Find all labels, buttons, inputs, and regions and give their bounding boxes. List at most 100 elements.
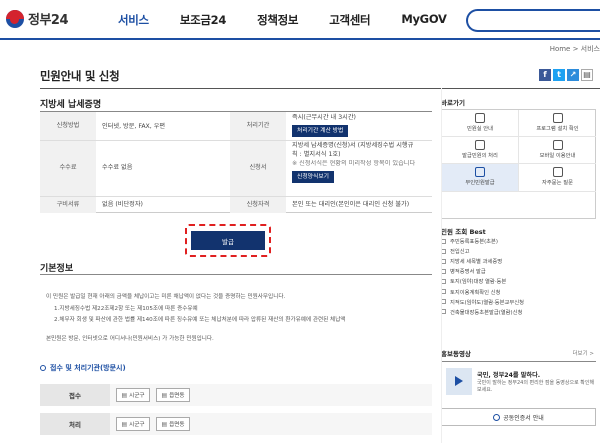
emblem-icon xyxy=(6,9,24,28)
quick-item-label: 발급민원의 처리 xyxy=(462,153,498,159)
promo-video-card[interactable]: 국민, 정부24를 말하다. 국민이 말하는 정부24의 편리한 점을 동영상으… xyxy=(441,361,596,401)
twitter-icon[interactable]: t xyxy=(553,69,565,81)
office-button-label: 시군구 xyxy=(129,393,145,399)
best-item[interactable]: 건축물대장등초본발급(열람)신청 xyxy=(441,307,596,317)
office-row-receive: 접수 ▤ 시군구 ▤ 읍면동 xyxy=(40,384,432,406)
best-item-label: 전입신고 xyxy=(450,249,470,256)
document-icon: ▤ xyxy=(121,420,128,428)
quick-item-label: 민원실 안내 xyxy=(466,126,494,132)
apply-highlight: 발급 xyxy=(185,224,271,257)
quick-item-kiosk[interactable]: 무인민원발급 xyxy=(442,164,519,192)
nav-customer-center[interactable]: 고객센터 xyxy=(329,12,370,28)
share-icon[interactable]: ↗ xyxy=(567,69,579,81)
quick-item-mobile-guide[interactable]: 모바일 이용안내 xyxy=(519,137,596,164)
document-icon: ▤ xyxy=(161,420,168,428)
section-title-offices: 접수 및 처리기관(방문시) xyxy=(40,363,126,373)
promo-title: 홍보동영상 xyxy=(441,350,471,358)
certificate-icon xyxy=(493,413,501,421)
best-item-label: 지적도(임야도)열람·등본교부신청 xyxy=(450,299,525,306)
office-button-label: 시군구 xyxy=(129,422,145,428)
office-button-eupmyeondong[interactable]: ▤ 읍면동 xyxy=(156,417,190,431)
office-button-label: 읍면동 xyxy=(169,393,185,399)
kiosk-icon xyxy=(475,167,485,177)
quick-item-label: 무인민원발급 xyxy=(465,180,495,186)
best-item-label: 토지(임야)대장 열람·등본 xyxy=(450,279,507,286)
best-item[interactable]: 주민등록표등본(초본) xyxy=(441,236,596,246)
nav-service[interactable]: 서비스 xyxy=(118,12,149,28)
best-item[interactable]: 전입신고 xyxy=(441,246,596,256)
search-input[interactable] xyxy=(466,9,600,32)
best-item[interactable]: 지방세 세목별 과세증명 xyxy=(441,256,596,266)
quick-links-grid: 민원실 안내 프로그램 설치 확인 발급민원의 처리 모바일 이용안내 무인민원… xyxy=(441,109,596,219)
print-icon[interactable]: ▤ xyxy=(581,69,593,81)
best-item[interactable]: 토지(임야)대장 열람·등본 xyxy=(441,276,596,286)
gov24-logo[interactable]: 정부24 xyxy=(6,9,69,28)
service-info-table: 신청방법 인터넷, 방문, FAX, 우편 처리기간 즉시(근무시간 내 3시간… xyxy=(40,111,432,213)
form-view-button[interactable]: 신청양식보기 xyxy=(292,170,334,184)
form-line-2: 칙 : 별지서식 1호) xyxy=(292,150,341,158)
quick-item-office-guide[interactable]: 민원실 안내 xyxy=(442,110,519,137)
promo-description: 국민이 말하는 정부24의 편리한 점을 동영상으로 확인해 보세요. xyxy=(477,380,595,393)
nav-subsidy24[interactable]: 보조금24 xyxy=(180,12,227,28)
breadcrumb[interactable]: Home > 서비스 xyxy=(550,44,600,54)
main-nav: 서비스 보조금24 정책정보 고객센터 MyGOV xyxy=(118,12,478,28)
section-divider xyxy=(40,274,432,275)
best-item-label: 건축물대장등초본발급(열람)신청 xyxy=(450,309,523,316)
monitor-icon xyxy=(552,113,563,123)
process-period-value: 즉시(근무시간 내 3시간) xyxy=(292,114,356,121)
office-button-label: 읍면동 xyxy=(169,422,185,428)
quick-item-program-check[interactable]: 프로그램 설치 확인 xyxy=(519,110,596,137)
page-title: 민원안내 및 신청 xyxy=(40,69,120,83)
quick-item-faq[interactable]: 자주묻는 질문 xyxy=(519,164,596,192)
process-period-cell: 즉시(근무시간 내 3시간) 처리기간 계산 방법 xyxy=(292,114,432,138)
mobile-icon xyxy=(552,140,563,150)
apply-method-label: 신청방법 xyxy=(40,112,96,140)
circle-icon xyxy=(40,365,46,371)
promo-more-link[interactable]: 더보기 > xyxy=(572,349,594,357)
basic-info-note: 본민원은 방문, 인터넷으로 어디서나(민원서비스) 가 가능한 민원입니다. xyxy=(46,336,214,342)
apply-button[interactable]: 발급 xyxy=(191,231,265,250)
logo-text: 정부24 xyxy=(28,13,69,28)
nav-policy-info[interactable]: 정책정보 xyxy=(257,12,298,28)
nav-mygov[interactable]: MyGOV xyxy=(401,12,447,28)
form-cell: 지방세 납세증명(신청)서 (지방세징수법 시행규 칙 : 별지서식 1호) ※… xyxy=(292,142,432,184)
office-row-process: 처리 ▤ 시군구 ▤ 읍면동 xyxy=(40,413,432,435)
certificate-guide-button[interactable]: 공동인증서 안내 xyxy=(441,408,596,426)
document-icon: ▤ xyxy=(121,391,128,399)
section-title-basic-info: 기본정보 xyxy=(40,264,74,274)
best-item-label: 지방세 세목별 과세증명 xyxy=(450,259,503,266)
fee-label: 수수료 xyxy=(40,141,96,196)
printer-icon xyxy=(475,140,485,150)
section-title-service: 지방세 납세증명 xyxy=(40,100,102,110)
title-divider xyxy=(40,88,600,89)
office-button-sigungu[interactable]: ▤ 시군구 xyxy=(116,417,150,431)
form-label: 신청서 xyxy=(230,141,286,196)
office-button-sigungu[interactable]: ▤ 시군구 xyxy=(116,388,150,402)
office-row-label: 처리 xyxy=(40,413,110,435)
form-line-1: 지방세 납세증명(신청)서 (지방세징수법 시행규 xyxy=(292,142,414,149)
office-row-label: 접수 xyxy=(40,384,110,406)
quick-item-issue-process[interactable]: 발급민원의 처리 xyxy=(442,137,519,164)
best-item[interactable]: 병적증명서 발급 xyxy=(441,266,596,276)
best-item[interactable]: 지적도(임야도)열람·등본교부신청 xyxy=(441,297,596,307)
facebook-icon[interactable]: f xyxy=(539,69,551,81)
promo-headline: 국민, 정부24를 말하다. xyxy=(477,372,541,379)
best-title: 민원 조회 Best xyxy=(441,228,486,236)
share-buttons: f t ↗ ▤ xyxy=(537,69,593,81)
form-line-3: ※ 신청서식은 현황의 미리작성 항목이 있습니다 xyxy=(292,159,416,167)
qualification-value: 본인 또는 대리인(본인이은 대리인 신청 불가) xyxy=(292,201,410,208)
quick-item-label: 자주묻는 질문 xyxy=(542,180,573,186)
process-period-button[interactable]: 처리기간 계산 방법 xyxy=(292,124,349,138)
best-item[interactable]: 토지이용계획확인 신청 xyxy=(441,286,596,296)
best-list: 주민등록표등본(초본) 전입신고 지방세 세목별 과세증명 병적증명서 발급 토… xyxy=(441,236,596,317)
best-item-label: 병적증명서 발급 xyxy=(450,269,486,276)
play-icon[interactable] xyxy=(446,368,472,395)
best-item-label: 주민등록표등본(초본) xyxy=(450,239,498,246)
basic-info-line-2: 1.지방세징수법 제22조제2항 또는 제105조에 따른 증수유예 xyxy=(54,306,198,312)
quick-item-label: 모바일 이용안내 xyxy=(539,153,576,159)
category-value: 없음 (비단정자) xyxy=(102,201,143,208)
document-icon: ▤ xyxy=(161,391,168,399)
office-button-eupmyeondong[interactable]: ▤ 읍면동 xyxy=(156,388,190,402)
qualification-label: 신청자격 xyxy=(230,197,286,213)
quick-links-title: 바로가기 xyxy=(441,99,465,107)
